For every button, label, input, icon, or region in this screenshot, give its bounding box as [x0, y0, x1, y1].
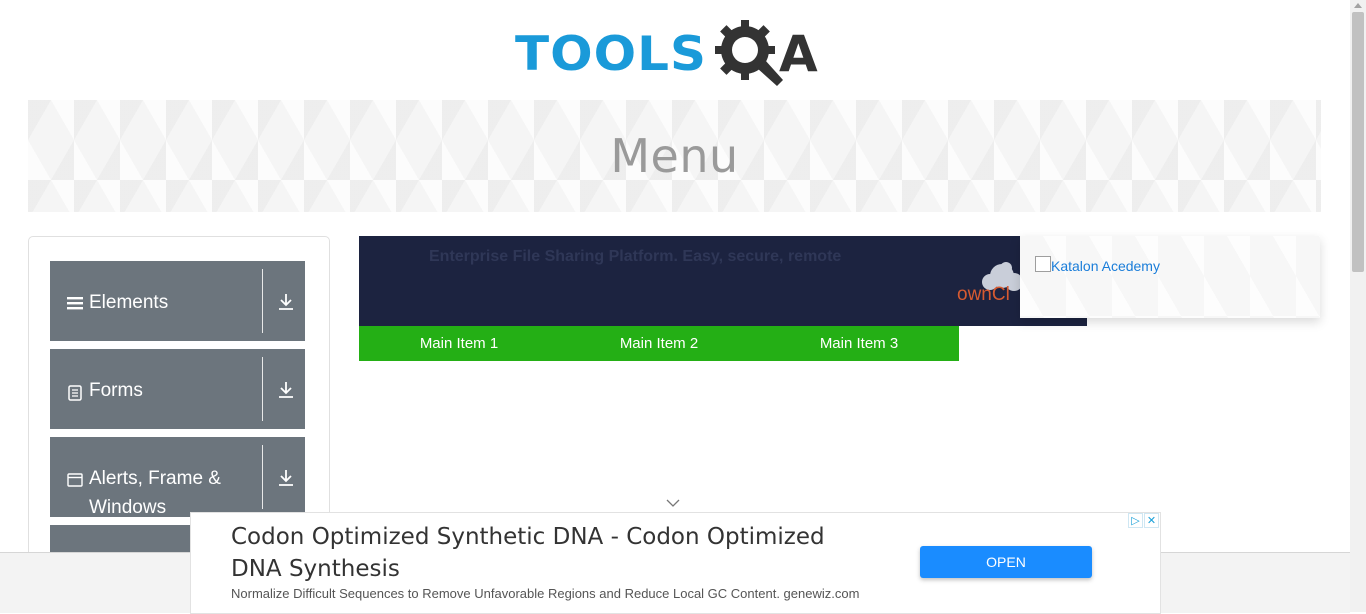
download-icon[interactable]: [277, 381, 295, 399]
sidebar-group-elements[interactable]: Elements: [50, 261, 305, 341]
chevron-down-icon[interactable]: [666, 498, 680, 508]
close-icon[interactable]: ✕: [1144, 513, 1159, 528]
advertisement-banner[interactable]: Enterprise File Sharing Platform. Easy, …: [359, 236, 1087, 326]
toolsqa-logo[interactable]: TOOLS A: [515, 16, 845, 92]
document-icon: [68, 385, 82, 401]
download-icon[interactable]: [277, 293, 295, 311]
divider: [262, 445, 263, 509]
divider: [262, 269, 263, 333]
scrollbar-thumb[interactable]: [1352, 12, 1364, 272]
divider: [262, 357, 263, 421]
page-banner: Menu: [28, 100, 1321, 212]
window-icon: [67, 473, 83, 487]
menu-bar: Main Item 1 Main Item 2 Main Item 3: [359, 326, 959, 361]
menu-item-2[interactable]: Main Item 2: [559, 326, 759, 361]
menu-item-3[interactable]: Main Item 3: [759, 326, 959, 361]
menu-item-1[interactable]: Main Item 1: [359, 326, 559, 361]
vertical-scrollbar[interactable]: [1350, 0, 1366, 612]
katalon-link[interactable]: Katalon Acedemy: [1035, 258, 1160, 274]
scroll-up-icon[interactable]: [1354, 3, 1362, 8]
ad-headline[interactable]: Codon Optimized Synthetic DNA - Codon Op…: [231, 521, 871, 585]
adchoices[interactable]: ▷ ✕: [1128, 513, 1159, 528]
logo-a-text: A: [779, 25, 818, 83]
sidebar-group-label: Elements: [89, 292, 169, 313]
katalon-ad[interactable]: Katalon Acedemy: [1020, 236, 1320, 318]
open-button[interactable]: OPEN: [920, 546, 1092, 578]
ad-tagline: Enterprise File Sharing Platform. Easy, …: [429, 248, 842, 265]
ad-brand: ownCl: [957, 284, 1010, 305]
hamburger-icon: [67, 297, 83, 310]
gear-magnifier-icon: [715, 20, 783, 86]
sidebar-group-label: Forms: [89, 380, 143, 401]
page-title: Menu: [610, 129, 739, 183]
sidebar-group-forms[interactable]: Forms: [50, 349, 305, 429]
bottom-advertisement[interactable]: Codon Optimized Synthetic DNA - Codon Op…: [190, 512, 1161, 614]
ad-description: Normalize Difficult Sequences to Remove …: [231, 586, 860, 601]
sidebar-group-alerts[interactable]: Alerts, Frame & Windows: [50, 437, 305, 518]
download-icon[interactable]: [277, 469, 295, 487]
logo-tools-text: TOOLS: [515, 26, 707, 82]
adchoices-icon[interactable]: ▷: [1128, 513, 1143, 528]
